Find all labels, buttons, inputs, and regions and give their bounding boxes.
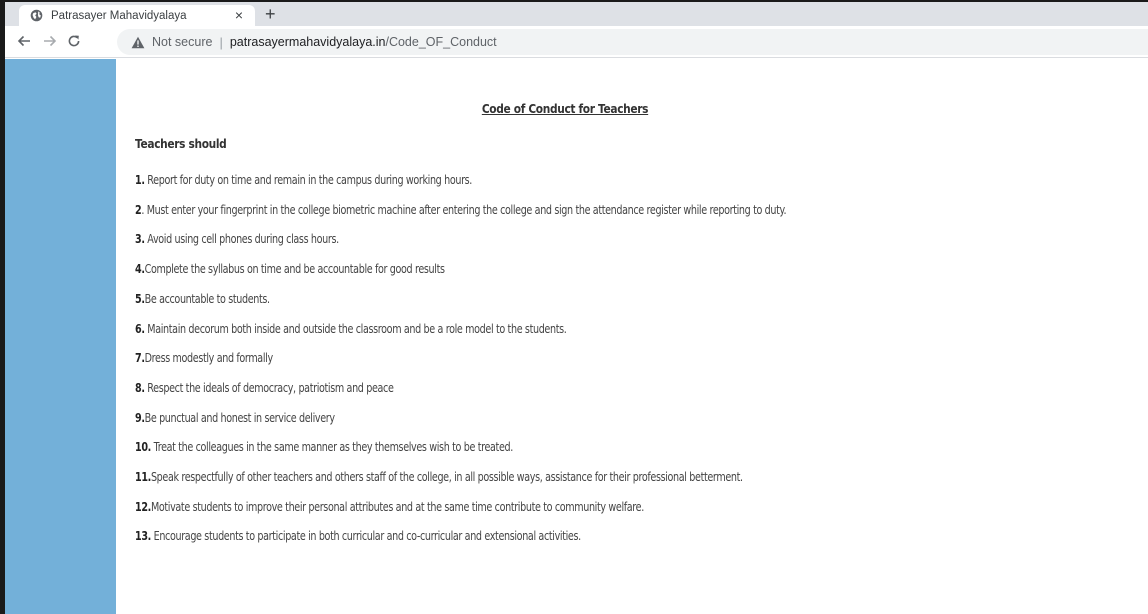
rule-text: Dress modestly and formally [144, 351, 274, 366]
rule-number: 9. [135, 410, 145, 425]
address-bar[interactable]: Not secure | patrasayermahavidyalaya.in/… [117, 29, 1148, 55]
tab-title: Patrasayer Mahavidyalaya [51, 9, 187, 22]
rule-text: Complete the syllabus on time and be acc… [144, 262, 445, 277]
rule-number: 1. [135, 173, 145, 187]
rule-item: 10. Treat the colleagues in the same man… [135, 440, 513, 454]
rule-item: 11.Speak respectfully of other teachers … [135, 470, 743, 484]
rule-number: 13. [135, 529, 151, 544]
rule-text: Be accountable to students. [144, 291, 270, 306]
new-tab-button[interactable]: + [265, 4, 276, 24]
browser-toolbar: Not secure | patrasayermahavidyalaya.in/… [5, 26, 1148, 58]
rule-item: 4.Complete the syllabus on time and be a… [135, 262, 445, 276]
rule-text: Maintain decorum both inside and outside… [144, 321, 567, 336]
reload-icon[interactable] [65, 32, 83, 50]
rule-item: 6. Maintain decorum both inside and outs… [135, 321, 567, 336]
rule-text: Be punctual and honest in service delive… [144, 410, 335, 425]
rule-text: . Must enter your fingerprint in the col… [141, 202, 787, 217]
rule-text: Motivate students to improve their perso… [150, 499, 644, 514]
rule-text: Speak respectfully of other teachers and… [150, 470, 743, 484]
rule-item: 9.Be punctual and honest in service deli… [135, 411, 335, 425]
globe-icon [30, 9, 43, 22]
rule-text: Respect the ideals of democracy, patriot… [144, 380, 394, 395]
rule-item: 1. Report for duty on time and remain in… [135, 173, 472, 187]
rule-number: 4. [135, 262, 145, 277]
warning-triangle-icon[interactable] [131, 36, 145, 49]
rule-number: 8. [135, 380, 145, 395]
address-separator: | [219, 34, 223, 50]
arrow-right-icon[interactable] [41, 32, 59, 50]
rule-item: 7.Dress modestly and formally [135, 351, 273, 365]
rule-item: 2. Must enter your fingerprint in the co… [135, 202, 787, 217]
arrow-left-icon[interactable] [15, 32, 33, 50]
code-of-conduct-content: Code of Conduct for Teachers Teachers sh… [135, 59, 1148, 614]
tab-close-icon[interactable]: × [235, 7, 243, 24]
page-viewport: Code of Conduct for Teachers Teachers sh… [5, 59, 1148, 614]
rule-number: 3. [135, 232, 145, 247]
rule-text: Report for duty on time and remain in th… [144, 173, 473, 187]
rule-item: 13. Encourage students to participate in… [135, 529, 581, 543]
rule-number: 6. [135, 321, 145, 336]
security-status-text[interactable]: Not secure [152, 35, 212, 49]
rule-number: 12. [135, 499, 151, 514]
rule-item: 5.Be accountable to students. [135, 292, 270, 306]
rule-text: Encourage students to participate in bot… [150, 529, 582, 544]
rule-item: 3. Avoid using cell phones during class … [135, 232, 339, 246]
page-title: Code of Conduct for Teachers [481, 101, 649, 116]
url-domain: patrasayermahavidyalaya.in [229, 35, 386, 49]
rule-text: Avoid using cell phones during class hou… [144, 232, 339, 247]
rule-number: 7. [135, 351, 145, 366]
url-text[interactable]: patrasayermahavidyalaya.in/Code_OF_Condu… [230, 35, 497, 49]
rule-text: Treat the colleagues in the same manner … [150, 440, 514, 455]
section-subheading: Teachers should [135, 136, 227, 151]
left-sidebar [5, 59, 116, 614]
url-path: /Code_OF_Conduct [385, 35, 497, 49]
rule-number: 10. [135, 440, 151, 455]
rule-item: 12.Motivate students to improve their pe… [135, 500, 644, 514]
browser-tab[interactable]: Patrasayer Mahavidyalaya × [19, 5, 255, 26]
rule-number: 11. [135, 470, 151, 484]
rule-number: 5. [135, 291, 145, 306]
tab-strip: Patrasayer Mahavidyalaya × + [5, 2, 1148, 26]
rule-item: 8. Respect the ideals of democracy, patr… [135, 380, 394, 395]
